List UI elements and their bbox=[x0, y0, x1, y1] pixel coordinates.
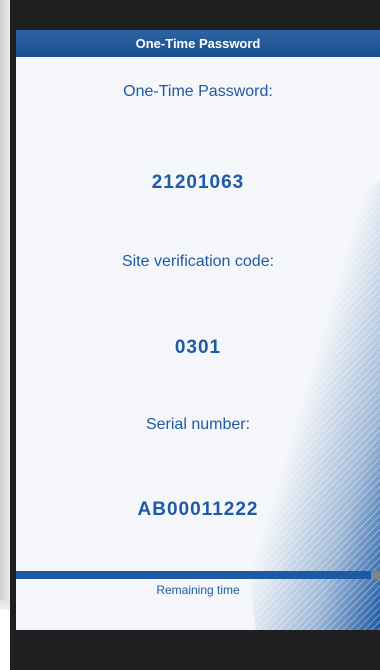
serial-label: Serial number: bbox=[145, 416, 251, 433]
remaining-time-bar bbox=[16, 571, 380, 579]
serial-value: AB00011222 bbox=[137, 499, 259, 520]
remaining-time-label: Remaining time bbox=[156, 583, 240, 597]
otp-label: One-Time Password: bbox=[123, 83, 273, 100]
background-pattern bbox=[16, 30, 380, 630]
title-bar: One-Time Password bbox=[16, 30, 380, 57]
remaining-time-fill bbox=[16, 571, 371, 579]
site-code-label: Site verification code: bbox=[121, 253, 275, 270]
screen: One-Time Password One-Time Password: 212… bbox=[16, 30, 380, 630]
left-shadow bbox=[0, 0, 10, 610]
otp-value: 21201063 bbox=[151, 172, 245, 193]
otp-screen: { "header": { "title": "One-Time Passwor… bbox=[0, 0, 380, 670]
device-frame: One-Time Password One-Time Password: 212… bbox=[10, 0, 380, 670]
page-title: One-Time Password bbox=[135, 36, 261, 51]
site-code-value: 0301 bbox=[174, 337, 222, 358]
bottom-bar bbox=[16, 630, 380, 670]
